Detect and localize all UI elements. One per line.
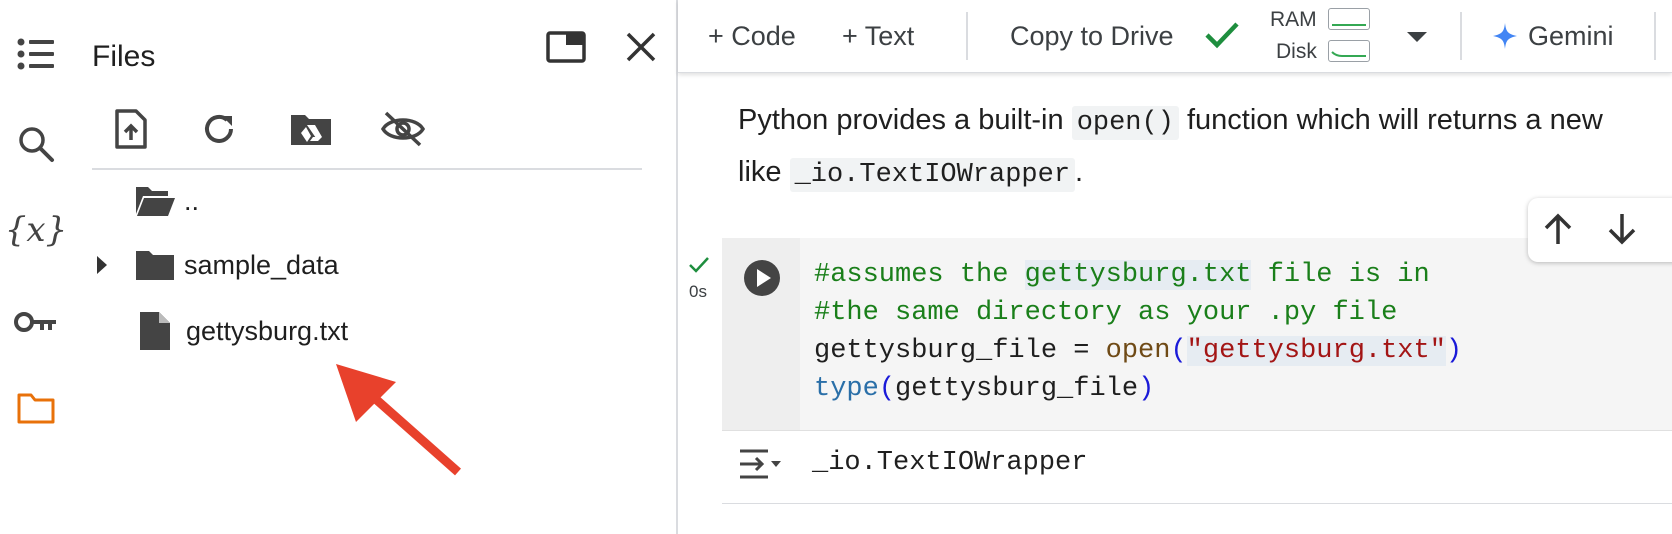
copy-to-drive-button[interactable]: Copy to Drive <box>1010 16 1174 56</box>
toolbar-separator <box>1654 12 1656 60</box>
text-segment: like <box>738 156 790 188</box>
ram-label: RAM <box>1270 8 1317 31</box>
toolbar-separator <box>966 12 968 60</box>
folder-open-icon <box>134 184 178 218</box>
code-token: gettysburg_file <box>895 374 1139 404</box>
files-panel-title: Files <box>92 40 156 73</box>
code-token-highlight: gettysburg.txt <box>1024 260 1252 290</box>
output-actions-icon[interactable] <box>738 446 784 487</box>
panel-divider[interactable] <box>676 0 678 534</box>
text-segment: Python provides a built-in <box>738 104 1072 136</box>
annotation-arrow-icon <box>336 364 461 476</box>
run-cell-button[interactable] <box>742 258 782 298</box>
table-of-contents-icon[interactable] <box>14 32 58 76</box>
files-folder-icon[interactable] <box>14 386 58 430</box>
code-line-4: type(gettysburg_file) <box>814 374 1154 404</box>
resources-dropdown-icon[interactable] <box>1406 30 1428 49</box>
code-token: ) <box>1138 374 1155 404</box>
add-text-button[interactable]: + Text <box>842 16 914 56</box>
gemini-label: Gemini <box>1528 20 1614 51</box>
execution-time: 0s <box>689 282 707 301</box>
connected-check-icon <box>1204 20 1240 55</box>
play-icon <box>744 260 780 296</box>
variables-icon[interactable]: {𝑥} <box>5 208 67 252</box>
tree-item-label: .. <box>184 185 200 216</box>
search-icon[interactable] <box>14 122 58 166</box>
code-line-3: gettysburg_file = open("gettysburg.txt") <box>814 336 1462 366</box>
list-item-sample-data[interactable]: sample_data <box>94 248 339 282</box>
move-cell-up-icon[interactable] <box>1542 212 1574 251</box>
disk-label: Disk <box>1276 40 1317 63</box>
refresh-icon[interactable] <box>194 104 244 154</box>
add-code-button[interactable]: + Code <box>708 16 796 56</box>
chevron-right-icon[interactable] <box>94 254 134 276</box>
code-token: ( <box>1170 336 1187 366</box>
code-token: open <box>1105 336 1171 366</box>
code-token: "gettysburg.txt" <box>1186 336 1446 366</box>
code-line-1: #assumes the gettysburg.txt file is in <box>814 260 1430 290</box>
code-token: ) <box>1445 336 1463 366</box>
list-item-gettysburg-txt[interactable]: gettysburg.txt <box>138 310 348 352</box>
tree-item-label: gettysburg.txt <box>186 315 349 346</box>
text-cell-line-2: like _io.TextIOWrapper. <box>738 156 1084 192</box>
text-cell-line-1: Python provides a built-in open() functi… <box>738 104 1603 140</box>
output-text: _io.TextIOWrapper <box>812 448 1088 478</box>
code-token: type <box>814 374 879 404</box>
code-token: file is in <box>1251 260 1430 290</box>
ram-meter[interactable] <box>1328 8 1370 30</box>
files-toolbar-divider <box>92 168 642 170</box>
upload-file-icon[interactable] <box>106 104 156 154</box>
move-cell-down-icon[interactable] <box>1606 212 1638 251</box>
gemini-sparkle-icon <box>1493 23 1517 49</box>
code-token: ( <box>878 374 896 404</box>
code-token: #the same directory as your .py file <box>814 298 1398 328</box>
key-icon[interactable] <box>14 300 58 344</box>
code-token: gettysburg_file = <box>814 336 1106 366</box>
file-icon <box>138 310 178 352</box>
gemini-button[interactable]: Gemini <box>1492 16 1614 56</box>
tree-item-label: sample_data <box>184 249 339 280</box>
hide-hidden-files-icon[interactable] <box>378 104 428 154</box>
open-in-window-icon[interactable] <box>546 30 590 68</box>
list-item-parent-folder[interactable]: .. <box>134 184 199 218</box>
mount-drive-icon[interactable] <box>286 104 336 154</box>
inline-code: _io.TextIOWrapper <box>789 158 1076 192</box>
inline-code: open() <box>1071 106 1179 140</box>
folder-icon <box>134 248 178 282</box>
text-segment: function which will returns a new <box>1178 104 1603 136</box>
code-line-2: #the same directory as your .py file <box>814 298 1397 328</box>
toolbar-separator <box>1460 12 1462 60</box>
disk-meter[interactable] <box>1328 40 1370 62</box>
execution-check-icon <box>688 256 710 279</box>
code-token: #assumes the <box>814 260 1025 290</box>
text-segment: . <box>1075 156 1084 188</box>
close-icon[interactable] <box>624 30 662 68</box>
